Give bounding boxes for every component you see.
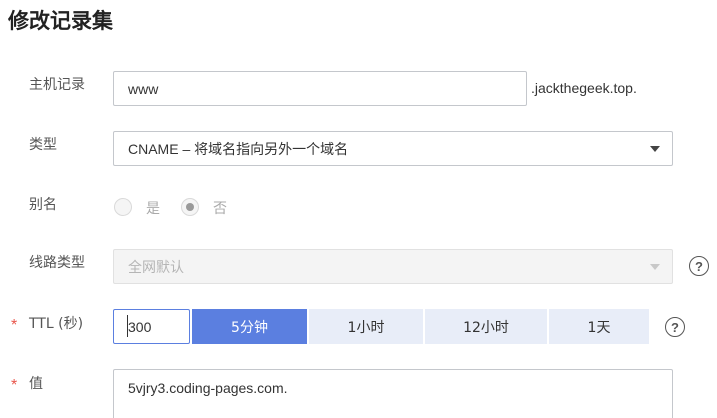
ttl-label: TTL (秒) [29,316,84,332]
ttl-preset-1d-button[interactable]: 1天 [549,309,649,344]
radio-selected-dot [186,203,194,211]
host-input-value: www [128,80,159,97]
alias-label: 别名 [29,197,57,213]
ttl-preset-1h-button[interactable]: 1小时 [309,309,423,344]
line-type-select: 全网默认 [113,249,673,284]
type-select[interactable]: CNAME – 将域名指向另外一个域名 [113,131,673,166]
line-type-help-icon[interactable]: ? [689,256,709,276]
ttl-help-icon[interactable]: ? [665,317,685,337]
page-title: 修改记录集 [8,9,113,33]
ttl-input[interactable]: 300 [113,309,190,344]
text-cursor [127,315,128,337]
chevron-down-icon [650,146,660,152]
ttl-preset-5min-button[interactable]: 5分钟 [192,309,307,344]
edit-record-set-form: 修改记录集 主机记录 www .jackthegeek.top. 类型 CNAM… [0,0,717,418]
ttl-input-value: 300 [128,318,152,335]
value-textarea-text: 5vjry3.coding-pages.com. [128,380,288,396]
help-glyph: ? [671,319,679,335]
domain-suffix: .jackthegeek.top. [531,80,637,96]
value-label: 值 [29,376,43,392]
type-label: 类型 [29,137,57,153]
chevron-down-icon [650,264,660,270]
help-glyph: ? [695,258,703,274]
host-input[interactable]: www [113,71,527,106]
alias-radio-no-label: 否 [213,201,227,217]
line-type-select-value: 全网默认 [128,258,184,275]
alias-radio-no[interactable] [181,198,199,216]
alias-radio-yes[interactable] [114,198,132,216]
ttl-required-mark: * [11,317,18,334]
line-type-label: 线路类型 [29,255,85,271]
type-select-value: CNAME – 将域名指向另外一个域名 [128,140,349,157]
alias-radio-yes-label: 是 [146,201,160,217]
value-required-mark: * [11,377,18,394]
value-textarea[interactable]: 5vjry3.coding-pages.com. [113,369,673,418]
ttl-preset-12h-button[interactable]: 12小时 [425,309,547,344]
host-label: 主机记录 [29,77,85,93]
